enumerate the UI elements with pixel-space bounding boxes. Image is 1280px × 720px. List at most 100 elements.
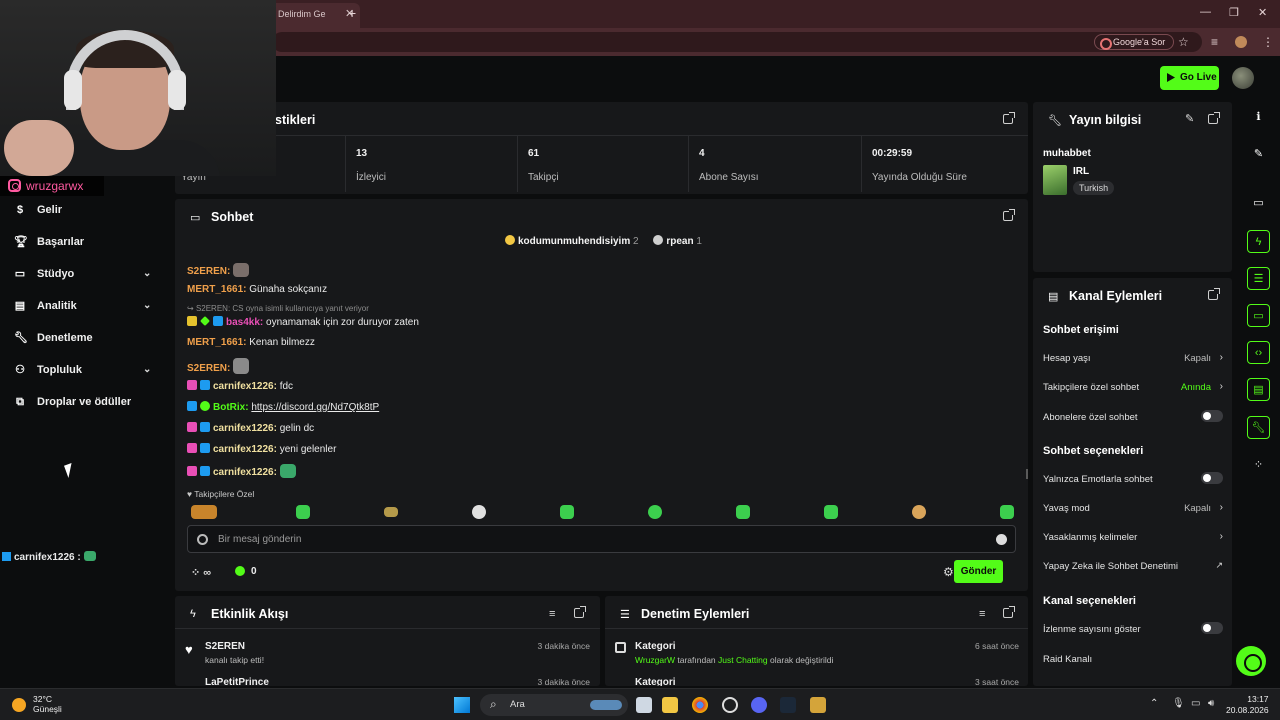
chat-message[interactable]: carnifex1226: yeni gelenler — [187, 443, 336, 455]
infinity-icon[interactable]: ⁘ ∞ — [191, 566, 211, 579]
popout-icon[interactable] — [1208, 288, 1220, 300]
option-slow-mode[interactable]: Yavaş mod Kapalı › — [1043, 502, 1223, 514]
activity-user[interactable]: S2EREN — [205, 641, 245, 652]
emote-icon[interactable] — [384, 507, 398, 517]
windows-start-icon[interactable] — [454, 697, 470, 713]
taskbar-search[interactable]: Ara — [480, 694, 628, 716]
bolt-icon[interactable]: ϟ — [1247, 230, 1270, 253]
popout-icon[interactable] — [1003, 209, 1015, 221]
chat-username[interactable]: carnifex1226: — [213, 381, 277, 392]
edit-icon[interactable]: ✎ — [1185, 112, 1194, 125]
code-icon[interactable]: ‹› — [1247, 341, 1270, 364]
emote-icon[interactable] — [912, 505, 926, 519]
info-icon[interactable]: ℹ — [1247, 106, 1270, 129]
task-view-icon[interactable] — [636, 697, 652, 713]
new-tab-icon[interactable]: + — [348, 5, 356, 21]
address-bar[interactable] — [272, 32, 1202, 52]
activity-user[interactable]: LaPetitPrince — [205, 677, 269, 686]
wrench-icon[interactable]: 🔧︎ — [1247, 416, 1270, 439]
network-icon[interactable]: ▭ — [1191, 698, 1200, 709]
bookmark-star-icon[interactable]: ☆ — [1178, 35, 1189, 49]
popout-icon[interactable] — [1208, 112, 1220, 124]
list-icon[interactable]: ☰ — [1247, 267, 1270, 290]
microphone-icon[interactable]: 🎙︎ — [1172, 698, 1185, 709]
filter-icon[interactable]: ≡ — [549, 608, 555, 620]
go-live-button[interactable]: Go Live — [1160, 66, 1219, 90]
steam-like-icon[interactable] — [722, 697, 738, 713]
chevron-up-icon[interactable]: ⌃ — [1150, 698, 1158, 709]
steam-icon[interactable] — [780, 697, 796, 713]
chat-message[interactable]: carnifex1226: fdc — [187, 380, 293, 392]
popout-icon[interactable] — [1003, 606, 1015, 618]
actions-icon[interactable]: ▤ — [1247, 378, 1270, 401]
option-banned-words[interactable]: Yasaklanmış kelimeler › — [1043, 531, 1223, 543]
chat-link[interactable]: https://discord.gg/Nd7Qtk8tP — [251, 402, 379, 413]
file-explorer-icon[interactable] — [662, 697, 678, 713]
chat-message[interactable]: MERT_1661: Kenan bilmezz — [187, 337, 315, 348]
close-window-icon[interactable]: ✕ — [1258, 6, 1267, 19]
volume-icon[interactable]: 🔊︎ — [1208, 698, 1214, 709]
chat-message[interactable]: MERT_1661: Günaha sokçanız — [187, 284, 327, 295]
emote-icon[interactable] — [191, 505, 217, 519]
popout-icon[interactable] — [1003, 112, 1015, 124]
chat-message[interactable]: BotRix: https://discord.gg/Nd7Qtk8tP — [187, 401, 379, 413]
option-emote-only[interactable]: Yalnızca Emotlarla sohbet — [1043, 472, 1223, 485]
chat-username[interactable]: carnifex1226: — [213, 444, 277, 455]
chat-message[interactable]: carnifex1226: gelin dc — [187, 422, 314, 434]
toggle-switch[interactable] — [1201, 472, 1223, 484]
emote-icon[interactable] — [472, 505, 486, 519]
chrome-icon[interactable] — [692, 697, 708, 713]
discord-icon[interactable] — [751, 697, 767, 713]
edit-icon[interactable]: ✎ — [1247, 143, 1270, 166]
gifter-name[interactable]: rpean — [666, 236, 693, 247]
popout-icon[interactable] — [574, 606, 586, 618]
emote-icon[interactable] — [736, 505, 750, 519]
emote-icon[interactable] — [560, 505, 574, 519]
gifter-name[interactable]: kodumunmuhendisiyim — [518, 236, 630, 247]
mod-actor[interactable]: WruzgarW — [635, 655, 675, 665]
chat-message[interactable]: S2EREN: — [187, 263, 250, 277]
google-ask-button[interactable]: Google'a Sor — [1094, 34, 1175, 50]
emote-icon[interactable] — [1000, 505, 1014, 519]
emote-icon[interactable] — [824, 505, 838, 519]
chat-username[interactable]: carnifex1226: — [213, 467, 277, 478]
toggle-switch[interactable] — [1201, 622, 1223, 634]
weather-widget[interactable]: 32°C Güneşli — [33, 694, 62, 714]
option-show-viewers[interactable]: İzlenme sayısını göster — [1043, 622, 1223, 635]
toggle-switch[interactable] — [1201, 410, 1223, 422]
chat-icon[interactable]: ▭ — [1247, 304, 1270, 327]
support-icon[interactable] — [1236, 646, 1266, 676]
emote-icon[interactable] — [296, 505, 310, 519]
more-icon[interactable]: ⁘ — [1247, 454, 1270, 477]
option-raid-channel[interactable]: Raid Kanalı — [1043, 654, 1223, 665]
sidebar-item-studyo[interactable]: ▭ Stüdyo ⌄ — [0, 260, 170, 288]
emote-icon[interactable] — [648, 505, 662, 519]
sidebar-item-basarilar[interactable]: 🏆︎ Başarılar — [0, 228, 170, 256]
profile-icon[interactable] — [1235, 36, 1247, 48]
minimize-icon[interactable]: — — [1200, 6, 1211, 18]
chat-message[interactable]: S2EREN: — [187, 358, 250, 374]
chat-username[interactable]: S2EREN: — [187, 363, 230, 374]
option-account-age[interactable]: Hesap yaşı Kapalı › — [1043, 352, 1223, 364]
chat-username[interactable]: BotRix: — [213, 402, 249, 413]
send-button[interactable]: Gönder — [954, 560, 1003, 583]
chat-username[interactable]: bas4kk: — [226, 317, 263, 328]
chat-username[interactable]: carnifex1226: — [213, 423, 277, 434]
chat-username[interactable]: MERT_1661: — [187, 337, 246, 348]
maximize-icon[interactable]: ❐ — [1229, 6, 1239, 19]
chat-message-input[interactable]: Bir mesaj gönderin — [187, 525, 1016, 553]
gear-icon[interactable]: ⚙ — [943, 565, 954, 579]
system-clock[interactable]: 13:17 20.08.2026 — [1226, 694, 1269, 716]
sidebar-item-denetleme[interactable]: 🔧︎ Denetleme — [0, 324, 170, 352]
app-icon[interactable] — [810, 697, 826, 713]
avatar[interactable] — [1232, 67, 1254, 89]
chat-username[interactable]: MERT_1661: — [187, 284, 246, 295]
sidebar-item-droplar[interactable]: ⧉ Droplar ve ödüller — [0, 388, 170, 416]
chat-username[interactable]: S2EREN: — [187, 266, 230, 277]
emoji-picker-icon[interactable] — [996, 534, 1007, 545]
option-subscribers-only[interactable]: Abonelere özel sohbet — [1043, 410, 1223, 423]
stats-icon[interactable]: ▭ — [1247, 192, 1270, 215]
option-ai-moderation[interactable]: Yapay Zeka ile Sohbet Denetimi ↗ — [1043, 560, 1223, 572]
menu-dots-icon[interactable]: ⋮ — [1262, 35, 1274, 49]
media-icon[interactable]: ≡ — [1211, 35, 1218, 49]
